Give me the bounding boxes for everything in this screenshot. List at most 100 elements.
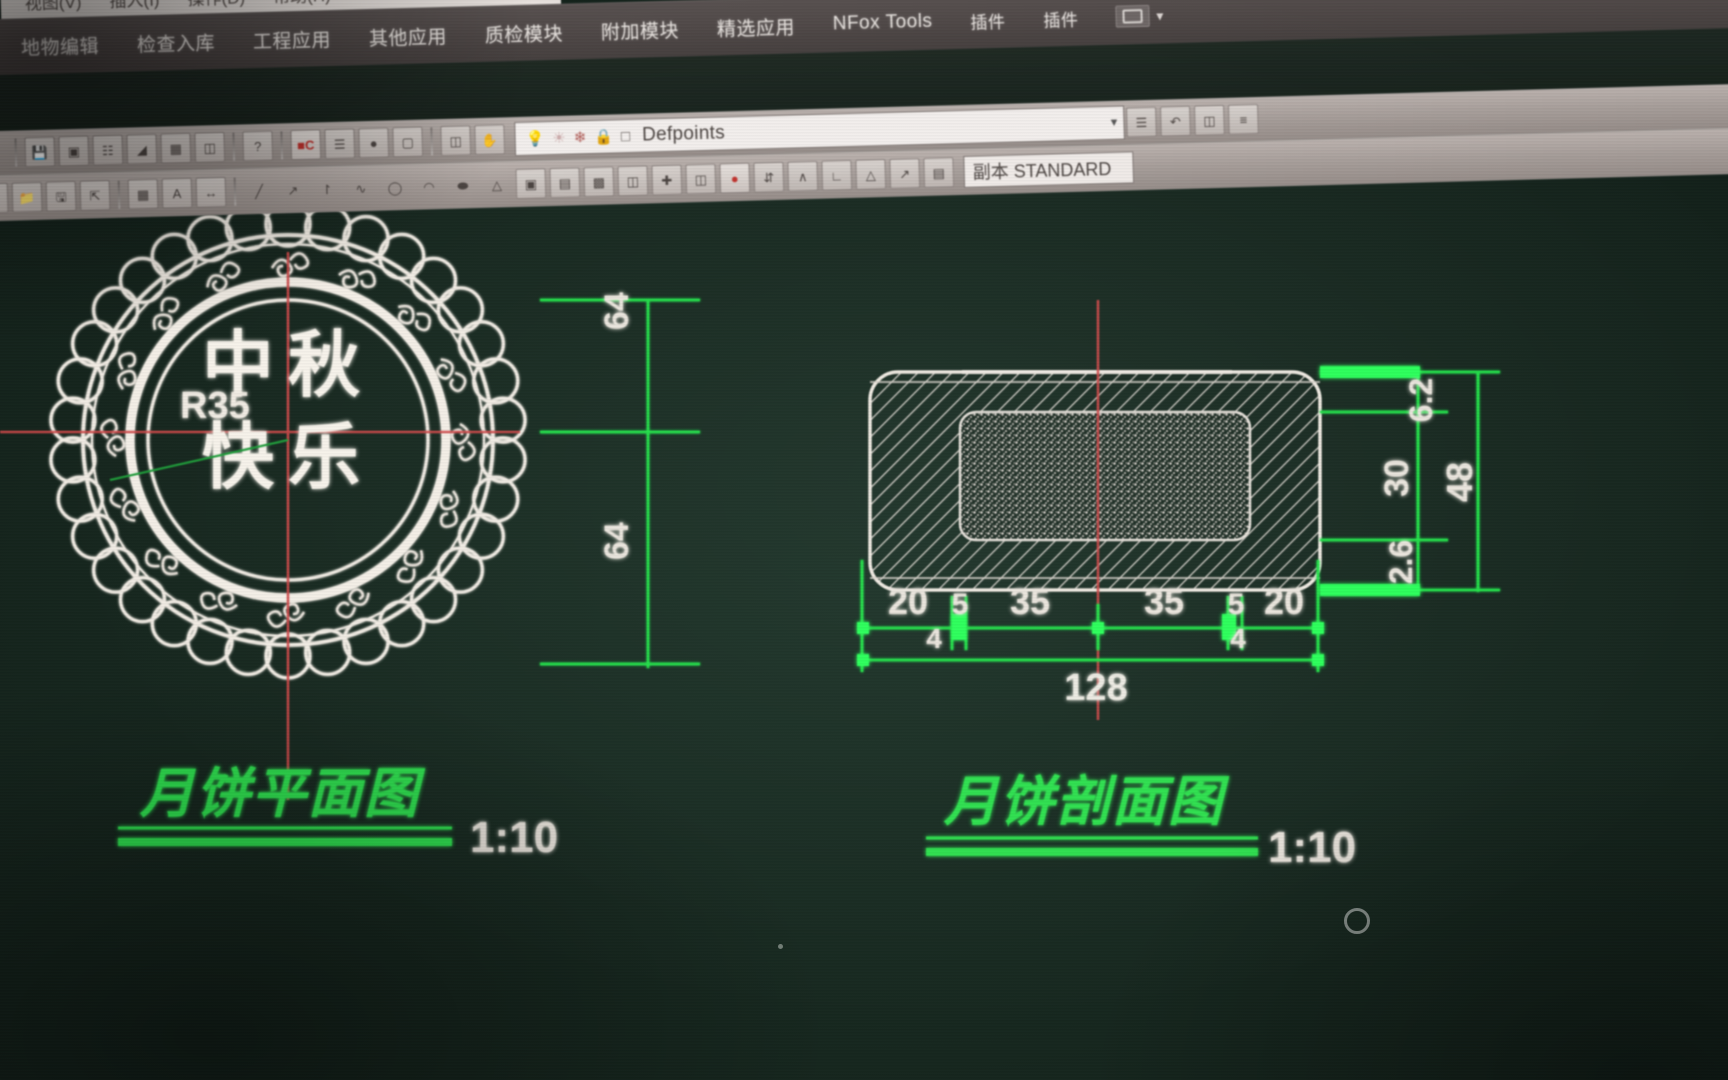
ribbon-tab-other-apps[interactable]: 其他应用 <box>350 21 467 51</box>
plan-vertical-dimensions <box>540 298 700 668</box>
freeze-icon[interactable]: ❄ <box>574 128 587 146</box>
chevron-down-icon[interactable]: ▼ <box>1108 117 1119 129</box>
dimension-style-combobox[interactable]: 副本 STANDARD <box>963 151 1135 188</box>
ribbon-tab-check-import[interactable]: 检查入库 <box>118 27 235 57</box>
lock-icon[interactable]: 🔒 <box>594 127 613 145</box>
dim-style-icon[interactable]: ↔ <box>195 176 227 208</box>
layer-properties-icon[interactable]: ☰ <box>1126 106 1157 138</box>
region-icon[interactable]: ◫ <box>617 165 649 197</box>
toolbar-separator <box>14 138 18 167</box>
new-icon[interactable]: 📄 <box>0 182 9 214</box>
properties-icon[interactable]: ☷ <box>92 134 124 166</box>
circle-icon[interactable]: ◯ <box>380 172 411 203</box>
bylayer-color-icon[interactable]: ■C <box>290 129 322 161</box>
line-icon[interactable]: ╱ <box>244 176 275 207</box>
svg-text:20: 20 <box>1264 581 1304 622</box>
open-icon[interactable]: 📁 <box>11 181 43 213</box>
section-view-geometry <box>868 370 1322 592</box>
section-vertical-dim-labels: 6.2 30 2.6 48 <box>1378 378 1480 584</box>
sun-icon[interactable]: ☀ <box>552 129 566 147</box>
layer-match-icon[interactable]: ≡ <box>1228 103 1259 135</box>
svg-text:1:10: 1:10 <box>470 813 558 862</box>
section-title-block: 月饼剖面图 1:10 <box>926 772 1356 872</box>
calculator-icon[interactable]: ◫ <box>194 131 226 163</box>
measure-icon[interactable]: ✋ <box>474 124 506 156</box>
toolbar-separator <box>117 180 121 209</box>
save-as-icon[interactable]: 🖫 <box>45 180 77 212</box>
overflow-menu-icon[interactable] <box>1115 4 1150 28</box>
ellipse-icon[interactable]: ⬬ <box>448 170 479 201</box>
monitor-photo: 中秋 快乐 R35 64 64 20 5 35 35 5 20 4 4 128 … <box>0 0 1728 1080</box>
dim-diameter-icon[interactable]: ⇵ <box>753 161 785 193</box>
ribbon-tab-addon-module[interactable]: 附加模块 <box>581 15 698 45</box>
svg-text:R35: R35 <box>180 385 250 427</box>
ribbon-tab-featured-apps[interactable]: 精选应用 <box>697 11 814 41</box>
ribbon-tab-feature-edit[interactable]: 地物编辑 <box>2 30 119 60</box>
ribbon-tab-engineering[interactable]: 工程应用 <box>234 24 351 54</box>
lightbulb-icon[interactable]: 💡 <box>525 129 544 147</box>
layer-previous-icon[interactable]: ↶ <box>1160 105 1191 137</box>
help-icon[interactable]: ? <box>242 130 274 162</box>
layer-state-icon[interactable]: ◫ <box>1194 104 1225 136</box>
dimension-style-label: 副本 STANDARD <box>972 158 1112 183</box>
bylayer-lineweight-icon[interactable]: ● <box>358 127 390 159</box>
text-style-icon[interactable]: A <box>161 177 193 209</box>
tolerance-icon[interactable]: ▤ <box>923 157 955 188</box>
dim-continue-icon[interactable]: △ <box>855 159 887 190</box>
svg-text:4: 4 <box>1230 623 1246 654</box>
arc-icon[interactable]: ↾ <box>312 174 343 205</box>
svg-text:1:10: 1:10 <box>1268 823 1356 872</box>
dim-baseline-icon[interactable]: ∟ <box>821 159 853 191</box>
svg-text:6.2: 6.2 <box>1403 378 1439 422</box>
dim-aligned-icon[interactable]: ◫ <box>685 163 717 195</box>
crosshair-cursor[interactable] <box>1344 908 1370 934</box>
dim-radius-icon[interactable]: ● <box>719 162 751 194</box>
save-icon[interactable]: 💾 <box>24 136 56 168</box>
pick-point-marker <box>778 944 783 949</box>
plan-dimension-labels: 64 64 <box>598 292 636 560</box>
toolbar-separator <box>430 127 434 156</box>
layer-tools-icon[interactable]: ▦ <box>160 132 192 164</box>
bylayer-linetype-icon[interactable]: ☰ <box>324 128 356 160</box>
ribbon-tab-nfox-tools[interactable]: NFox Tools <box>814 10 952 36</box>
spline-icon[interactable]: ∿ <box>346 173 377 204</box>
hatch-icon[interactable]: ▩ <box>583 166 615 198</box>
svg-text:4: 4 <box>926 623 942 654</box>
toolbar-separator <box>233 177 237 206</box>
polygon-icon[interactable]: △ <box>481 169 512 200</box>
svg-text:月饼平面图: 月饼平面图 <box>139 764 426 824</box>
ribbon-tab-qc-module[interactable]: 质检模块 <box>466 18 583 48</box>
export-icon[interactable]: ⇱ <box>79 180 111 211</box>
table-icon[interactable]: ▦ <box>127 178 159 210</box>
plot-icon[interactable]: □ <box>621 127 631 144</box>
layer-name-label: Defpoints <box>641 122 726 146</box>
layer-stack-icon[interactable]: ◢ <box>126 133 158 165</box>
dim-angular-icon[interactable]: ∧ <box>787 160 819 192</box>
polyline-icon[interactable]: ↗ <box>278 175 309 206</box>
leader-icon[interactable]: ↗ <box>889 158 921 189</box>
chevron-down-icon[interactable]: ▾ <box>1156 7 1163 24</box>
toolbar-separator <box>280 131 284 160</box>
arc2-icon[interactable]: ◠ <box>414 171 445 202</box>
svg-text:2.6: 2.6 <box>1383 540 1419 584</box>
plan-title-block: 月饼平面图 1:10 <box>118 764 558 862</box>
ribbon-tab-plugin-1[interactable]: 插件 <box>951 7 1025 34</box>
bylayer-plotstyle-icon[interactable]: ▢ <box>392 126 424 158</box>
svg-text:35: 35 <box>1144 581 1184 622</box>
zoom-icon[interactable]: 🔍 <box>0 138 7 169</box>
make-block-icon[interactable]: ▤ <box>549 167 581 199</box>
dim-linear-icon[interactable]: ✚ <box>651 164 683 196</box>
ribbon-tab-plugin-2[interactable]: 插件 <box>1024 5 1098 32</box>
block-icon[interactable]: ◫ <box>440 125 472 157</box>
svg-text:64: 64 <box>598 522 636 560</box>
svg-text:20: 20 <box>888 581 928 622</box>
overall-width-label: 128 <box>1064 667 1127 709</box>
svg-text:5: 5 <box>952 588 969 621</box>
svg-text:64: 64 <box>598 292 636 330</box>
toolbar-separator <box>232 132 236 161</box>
insert-block-icon[interactable]: ▣ <box>515 168 547 200</box>
svg-text:35: 35 <box>1010 581 1050 622</box>
svg-text:快乐: 快乐 <box>202 418 374 498</box>
plot-preview-icon[interactable]: ▣ <box>58 135 90 167</box>
svg-text:5: 5 <box>1228 588 1245 621</box>
